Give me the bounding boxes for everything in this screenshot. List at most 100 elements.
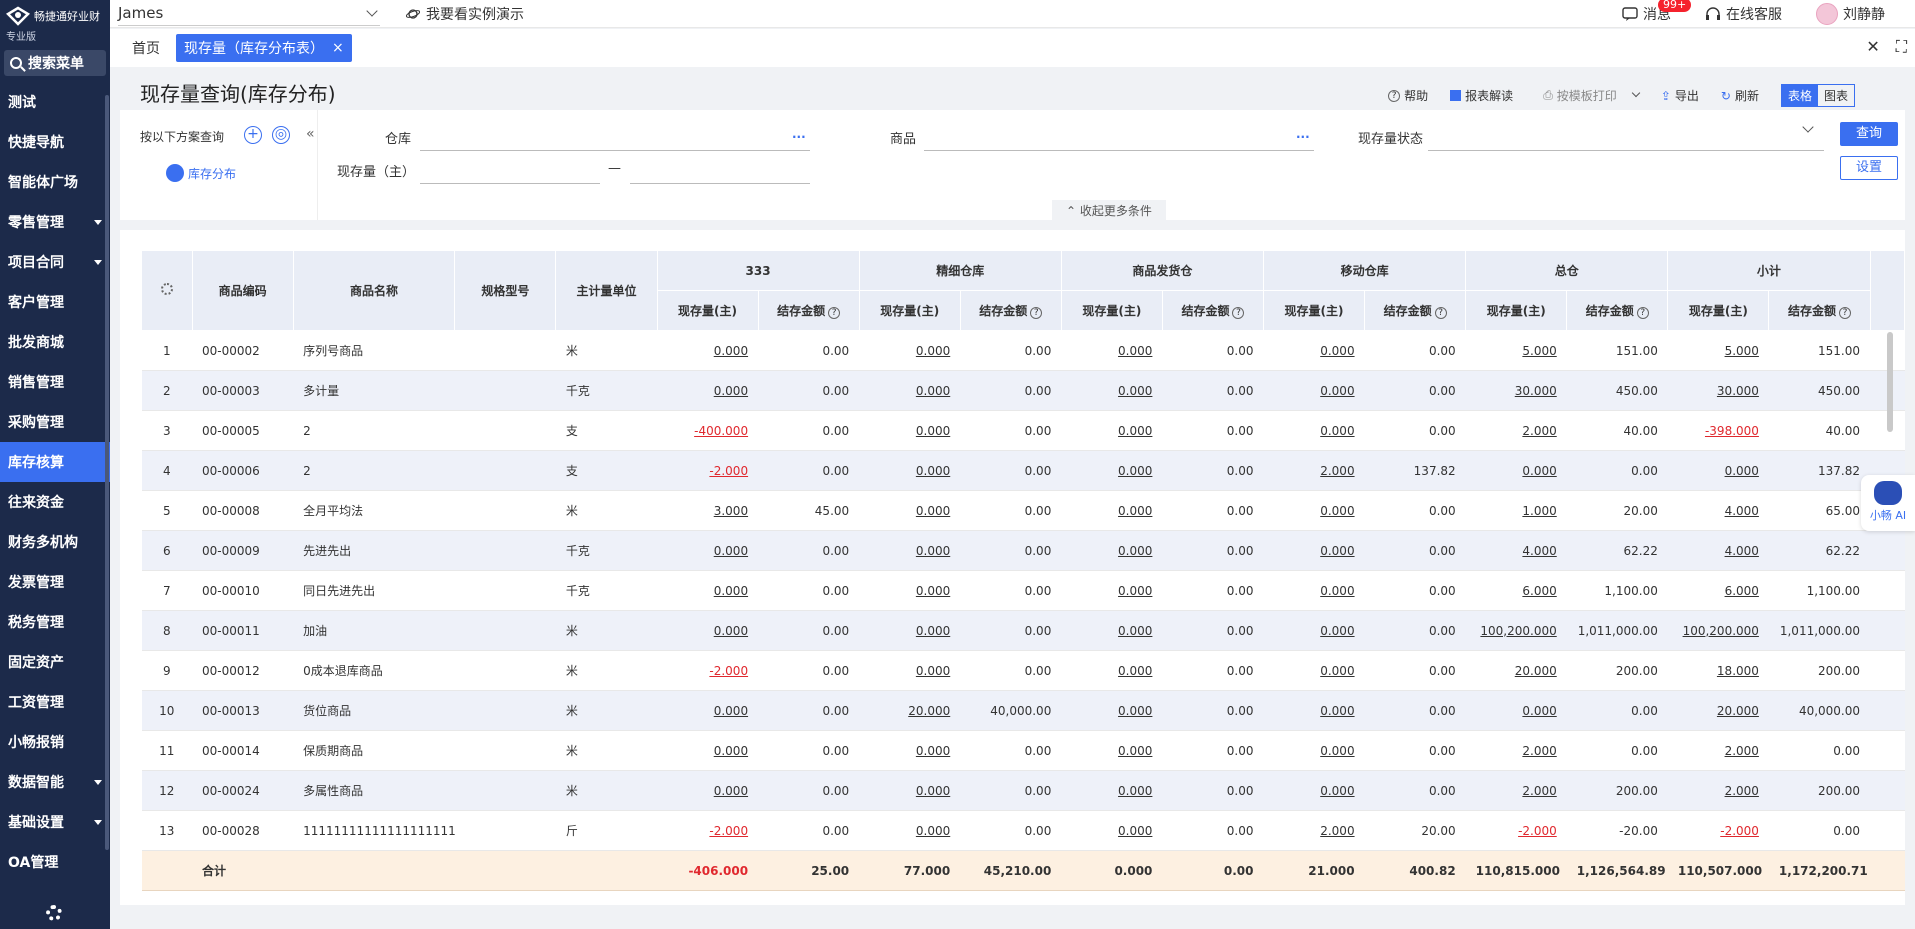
qty-cell[interactable]: 6.000 xyxy=(1667,570,1769,611)
qty-link[interactable]: -2.000 xyxy=(709,664,748,678)
qty-cell[interactable]: 0.000 xyxy=(1263,410,1365,451)
qty-cell[interactable]: 0.000 xyxy=(1061,650,1163,691)
qty-cell[interactable]: 2.000 xyxy=(1667,770,1769,811)
qty-link[interactable]: 20.000 xyxy=(1717,704,1759,718)
qty-cell[interactable]: 0.000 xyxy=(859,650,961,691)
column-settings[interactable] xyxy=(141,250,193,331)
ai-assistant-button[interactable]: 小畅 AI xyxy=(1861,475,1915,531)
qty-link[interactable]: 6.000 xyxy=(1522,584,1556,598)
qty-cell[interactable]: 0.000 xyxy=(657,370,759,411)
qty-cell[interactable]: 0.000 xyxy=(859,770,961,811)
qty-link[interactable]: 0.000 xyxy=(1118,664,1152,678)
qty-max-input[interactable] xyxy=(630,183,810,184)
table-row[interactable]: 6 00-00009 先进先出 千克 0.000 0.00 0.000 0.00 0.000 0.… xyxy=(141,530,1905,571)
table-row[interactable]: 1 00-00002 序列号商品 米 0.000 0.00 0.000 0.00 0.000 0.… xyxy=(141,330,1905,371)
qty-cell[interactable]: 3.000 xyxy=(657,490,759,531)
qty-cell[interactable]: 0.000 xyxy=(1263,650,1365,691)
qty-link[interactable]: 6.000 xyxy=(1725,584,1759,598)
amount-header[interactable]: 结存金额? xyxy=(1364,290,1467,331)
warehouse-input[interactable] xyxy=(420,150,810,151)
tab-home[interactable]: 首页 xyxy=(126,34,166,62)
qty-cell[interactable]: 0.000 xyxy=(1061,490,1163,531)
table-scrollbar[interactable] xyxy=(1887,332,1893,432)
qty-cell[interactable]: -398.000 xyxy=(1667,410,1769,451)
qty-cell[interactable]: 20.000 xyxy=(859,690,961,731)
target-icon[interactable]: ◎ xyxy=(272,126,290,144)
qty-cell[interactable]: 0.000 xyxy=(1061,690,1163,731)
qty-cell[interactable]: 0.000 xyxy=(859,330,961,371)
close-icon[interactable]: × xyxy=(332,40,344,56)
sidebar-item[interactable]: 快捷导航 xyxy=(0,122,110,162)
qty-cell[interactable]: 0.000 xyxy=(657,330,759,371)
qty-cell[interactable]: 1.000 xyxy=(1465,490,1567,531)
qty-cell[interactable]: -2.000 xyxy=(657,650,759,691)
qty-cell[interactable]: 0.000 xyxy=(1263,690,1365,731)
qty-cell[interactable]: 4.000 xyxy=(1667,530,1769,571)
close-all-icon[interactable]: ✕ xyxy=(1866,37,1879,57)
qty-cell[interactable]: 5.000 xyxy=(1667,330,1769,371)
qty-link[interactable]: 0.000 xyxy=(916,464,950,478)
qty-cell[interactable]: 100,200.000 xyxy=(1465,610,1567,651)
table-row[interactable]: 3 00-00005 2 支 -400.000 0.00 0.000 0.00 0.000 0.0… xyxy=(141,410,1905,451)
qty-link[interactable]: 0.000 xyxy=(1522,464,1556,478)
qty-link[interactable]: 0.000 xyxy=(1320,664,1354,678)
qty-link[interactable]: 0.000 xyxy=(1320,704,1354,718)
column-header[interactable]: 商品名称 xyxy=(292,250,456,331)
help-icon[interactable]: ? xyxy=(1636,307,1649,319)
sidebar-item[interactable]: 往来资金 xyxy=(0,482,110,522)
sidebar-item[interactable]: OA管理 xyxy=(0,842,110,882)
qty-link[interactable]: 0.000 xyxy=(1320,624,1354,638)
qty-link[interactable]: 0.000 xyxy=(714,624,748,638)
qty-link[interactable]: 0.000 xyxy=(916,544,950,558)
refresh-button[interactable]: ↻ 刷新 xyxy=(1721,87,1759,104)
qty-cell[interactable]: 20.000 xyxy=(1667,690,1769,731)
interpret-button[interactable]: 报表解读 xyxy=(1450,87,1513,104)
qty-cell[interactable]: 0.000 xyxy=(859,570,961,611)
qty-link[interactable]: 2.000 xyxy=(1522,424,1556,438)
add-scheme-icon[interactable]: + xyxy=(244,126,262,144)
table-row[interactable]: 11 00-00014 保质期商品 米 0.000 0.00 0.000 0.00 0.000 0… xyxy=(141,730,1905,771)
qty-cell[interactable]: 0.000 xyxy=(657,690,759,731)
qty-link[interactable]: 0.000 xyxy=(1320,584,1354,598)
qty-link[interactable]: 100,200.000 xyxy=(1683,624,1759,638)
table-row[interactable]: 2 00-00003 多计量 千克 0.000 0.00 0.000 0.00 0.000 0.0… xyxy=(141,370,1905,411)
qty-link[interactable]: 0.000 xyxy=(916,344,950,358)
help-icon[interactable]: ? xyxy=(1232,307,1245,319)
sidebar-item[interactable]: 测试 xyxy=(0,82,110,122)
status-chevron-icon[interactable] xyxy=(1802,121,1814,133)
amount-header[interactable]: 结存金额? xyxy=(1161,290,1265,331)
sidebar-item[interactable]: 税务管理 xyxy=(0,602,110,642)
qty-link[interactable]: 0.000 xyxy=(1320,784,1354,798)
view-chart-button[interactable]: 图表 xyxy=(1818,85,1854,106)
qty-cell[interactable]: 0.000 xyxy=(1263,770,1365,811)
qty-cell[interactable]: 0.000 xyxy=(1061,450,1163,491)
qty-link[interactable]: 0.000 xyxy=(916,424,950,438)
qty-link[interactable]: 0.000 xyxy=(1118,464,1152,478)
service-button[interactable]: 在线客服 xyxy=(1705,4,1782,24)
qty-cell[interactable]: 20.000 xyxy=(1465,650,1567,691)
qty-link[interactable]: 20.000 xyxy=(908,704,950,718)
messages-button[interactable]: 消息 99+ xyxy=(1622,0,1692,24)
qty-link[interactable]: 0.000 xyxy=(1320,424,1354,438)
qty-cell[interactable]: 0.000 xyxy=(1263,610,1365,651)
column-header[interactable]: 规格型号 xyxy=(454,250,557,331)
qty-header[interactable]: 现存量(主) xyxy=(858,290,961,331)
help-icon[interactable]: ? xyxy=(1030,307,1043,319)
qty-link[interactable]: 2.000 xyxy=(1725,784,1759,798)
qty-cell[interactable]: -2.000 xyxy=(1667,810,1769,851)
qty-link[interactable]: 0.000 xyxy=(916,504,950,518)
qty-link[interactable]: 0.000 xyxy=(1118,424,1152,438)
sidebar-item[interactable]: 基础设置 xyxy=(0,802,110,842)
qty-link[interactable]: -400.000 xyxy=(694,424,748,438)
view-table-button[interactable]: 表格 xyxy=(1781,85,1818,106)
help-icon[interactable]: ? xyxy=(828,307,841,319)
qty-link[interactable]: 0.000 xyxy=(714,584,748,598)
help-icon[interactable]: ? xyxy=(1838,307,1851,319)
qty-link[interactable]: 2.000 xyxy=(1725,744,1759,758)
qty-cell[interactable]: 0.000 xyxy=(859,730,961,771)
qty-link[interactable]: 0.000 xyxy=(714,744,748,758)
qty-link[interactable]: 0.000 xyxy=(916,784,950,798)
qty-link[interactable]: 0.000 xyxy=(714,544,748,558)
amount-header[interactable]: 结存金额? xyxy=(1768,290,1871,331)
qty-cell[interactable]: 2.000 xyxy=(1263,450,1365,491)
